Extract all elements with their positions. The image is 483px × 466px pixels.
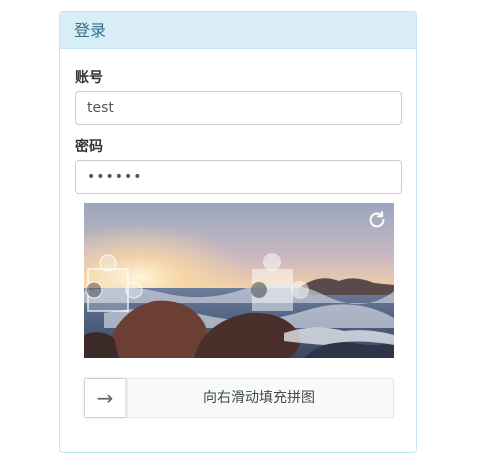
slider-hint: 向右滑动填充拼图	[203, 390, 315, 406]
slider-track: → 向右滑动填充拼图	[84, 378, 394, 418]
account-label: 账号	[75, 70, 103, 86]
captcha-image	[84, 203, 394, 358]
password-input[interactable]: ••••••	[75, 160, 402, 194]
arrow-right-icon: →	[96, 386, 114, 410]
slider-handle[interactable]: →	[85, 379, 126, 417]
panel-title: 登录	[60, 12, 416, 49]
refresh-icon[interactable]	[366, 209, 388, 231]
password-label: 密码	[75, 139, 103, 155]
login-panel: 登录 账号 test 密码 •••••• → 向右滑动填充拼图	[59, 11, 417, 453]
account-input[interactable]: test	[75, 91, 402, 125]
